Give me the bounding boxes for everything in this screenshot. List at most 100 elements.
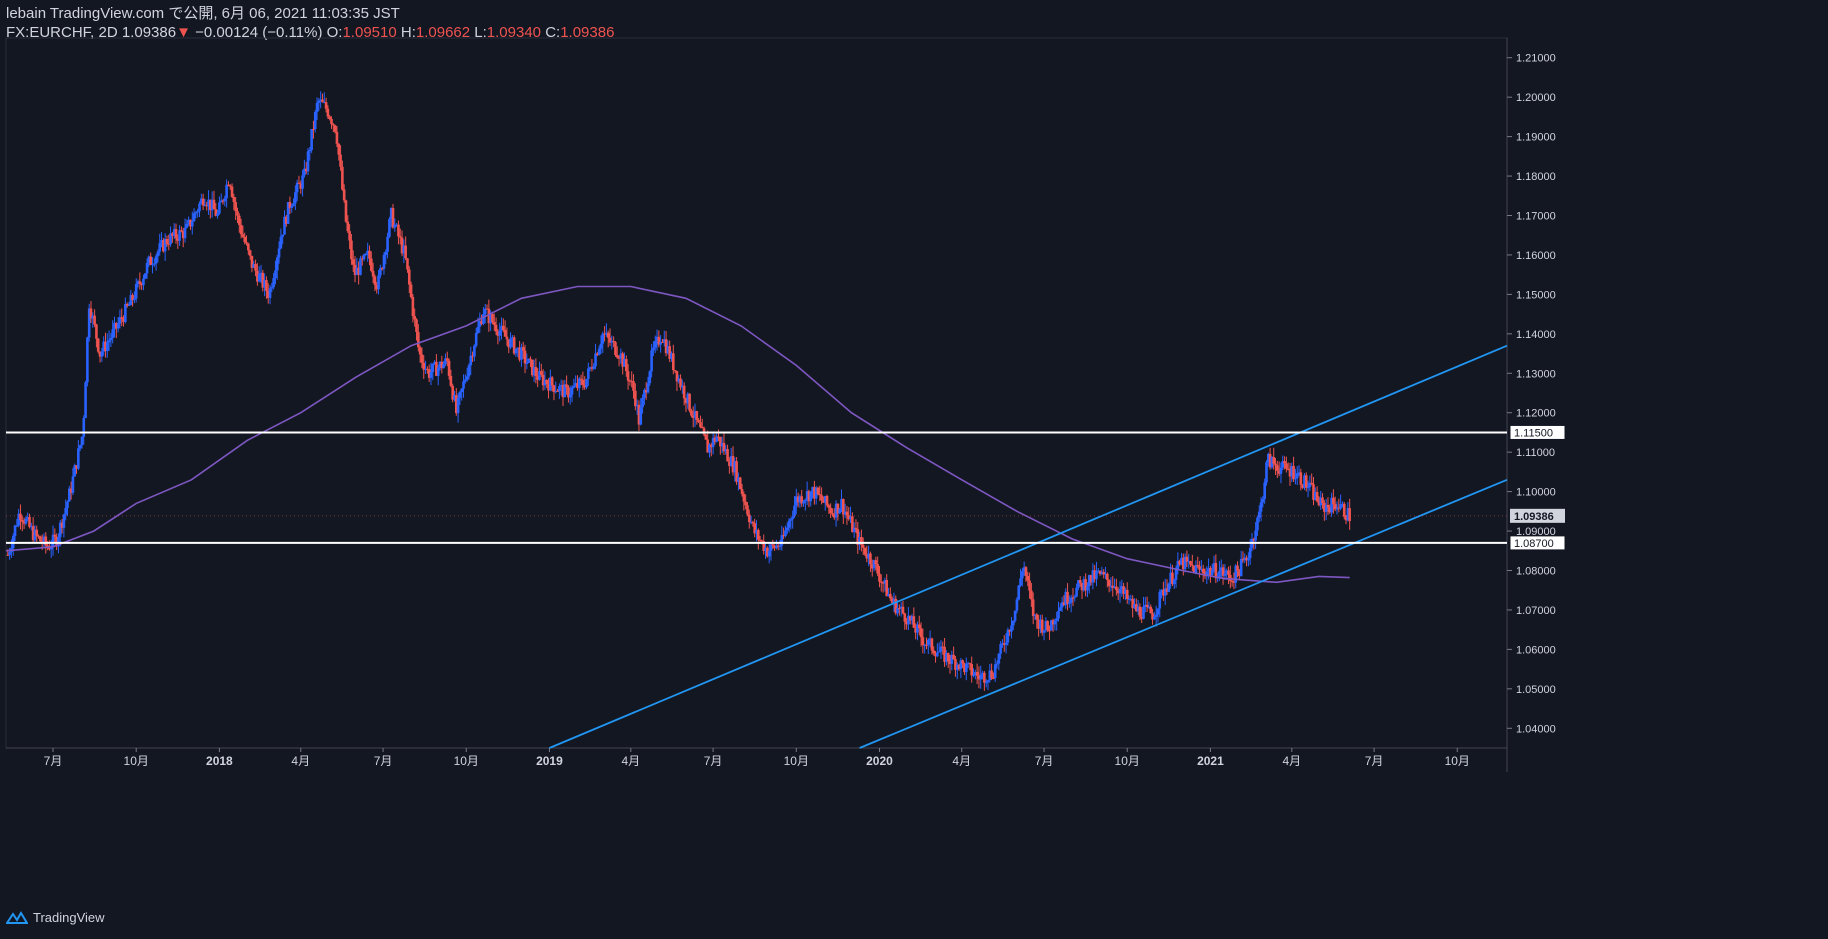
candle-body	[1075, 587, 1078, 597]
candle-body	[78, 445, 82, 449]
candle-body	[120, 317, 124, 319]
candle-body	[585, 378, 588, 388]
candle-body	[1295, 473, 1299, 479]
candle-body	[688, 393, 691, 411]
candle-body	[234, 202, 237, 212]
candle-body	[1118, 589, 1122, 594]
price-tick-label: 1.07000	[1516, 605, 1556, 617]
candle-body	[1153, 616, 1156, 620]
candle-body	[757, 529, 760, 540]
candle-body	[652, 347, 655, 351]
candle-body	[1315, 491, 1319, 502]
candle-body	[1283, 460, 1286, 464]
candle-body	[379, 268, 382, 276]
candle-body	[332, 124, 335, 126]
candle-body	[201, 198, 205, 206]
candle-body	[601, 333, 605, 344]
candle-body	[192, 213, 196, 222]
candle-body	[351, 259, 355, 265]
candle-body	[1274, 463, 1277, 466]
candle-body	[277, 248, 281, 258]
candle-body	[28, 516, 31, 527]
candle-body	[411, 296, 415, 317]
candle-body	[156, 251, 160, 257]
candle-body	[1285, 463, 1288, 469]
candle-body	[993, 664, 997, 679]
candle-body	[447, 360, 451, 376]
candle-body	[86, 337, 89, 383]
candle-body	[570, 387, 574, 395]
candle-body	[1004, 642, 1008, 645]
candle-body	[936, 652, 939, 657]
candle-body	[925, 644, 928, 646]
price-tick-label: 1.06000	[1516, 644, 1556, 656]
candle-body	[467, 365, 471, 377]
candle-body	[458, 391, 462, 398]
candle-body	[1086, 586, 1089, 591]
candle-body	[294, 192, 297, 204]
candle-body	[241, 234, 245, 237]
candle-body	[1339, 504, 1342, 509]
candle-body	[1306, 487, 1310, 489]
candle-body	[397, 224, 400, 237]
candle-body	[820, 495, 823, 501]
candle-body	[265, 280, 268, 292]
candle-body	[420, 354, 424, 363]
candle-body	[1145, 604, 1149, 608]
candle-body	[95, 324, 98, 339]
time-tick-label: 7月	[1035, 754, 1054, 768]
candle-body	[228, 185, 232, 187]
candle-body	[634, 390, 637, 407]
candle-body	[1138, 606, 1142, 617]
candle-body	[579, 378, 583, 380]
candle-body	[254, 264, 257, 271]
price-chart[interactable]: 1.21000 1.20000 1.19000 1.18000 1.17000 1.160…	[0, 0, 1828, 939]
candle-body	[791, 516, 794, 520]
candle-body	[568, 394, 572, 398]
candle-body	[917, 624, 921, 629]
candle-body	[464, 379, 467, 382]
candle-body	[212, 199, 216, 210]
candle-body	[961, 660, 964, 664]
candle-body	[174, 229, 178, 239]
candle-body	[232, 196, 236, 203]
candle-body	[442, 363, 445, 369]
candle-body	[431, 363, 435, 373]
candle-body	[80, 436, 84, 446]
candle-body	[469, 355, 473, 366]
candle-body	[268, 288, 272, 299]
candle-body	[1028, 580, 1031, 591]
candle-body	[829, 507, 832, 513]
tradingview-logo-icon	[6, 910, 28, 924]
candle-body	[699, 422, 702, 428]
candle-body	[984, 682, 988, 684]
candle-body	[1263, 482, 1266, 499]
candle-body	[738, 477, 742, 490]
candle-body	[445, 358, 449, 361]
candle-body	[154, 256, 158, 264]
candle-body	[138, 281, 142, 284]
time-tick-label: 7月	[374, 754, 393, 768]
price-tick-label: 1.15000	[1516, 289, 1556, 301]
candle-body	[1286, 468, 1290, 470]
candle-body	[1142, 606, 1145, 619]
candle-body	[845, 511, 849, 516]
candle-body	[521, 347, 525, 351]
candle-body	[1156, 608, 1160, 615]
time-tick-label: 7月	[44, 754, 63, 768]
trend-line-1[interactable]	[549, 344, 1508, 749]
candle-body	[1078, 580, 1082, 584]
candle-body	[577, 378, 581, 389]
trend-line-2[interactable]	[859, 478, 1508, 749]
footer-brand[interactable]: TradingView	[33, 910, 105, 925]
candle-body	[740, 489, 744, 494]
candle-body	[1321, 497, 1324, 503]
candle-body	[124, 304, 127, 322]
candle-body	[127, 304, 131, 306]
price-tick-label: 1.21000	[1516, 53, 1556, 65]
candle-body	[371, 270, 375, 277]
time-tick-label: 10月	[1445, 754, 1470, 768]
candle-body	[476, 326, 480, 333]
candle-body	[64, 508, 67, 515]
candle-body	[1294, 478, 1297, 480]
